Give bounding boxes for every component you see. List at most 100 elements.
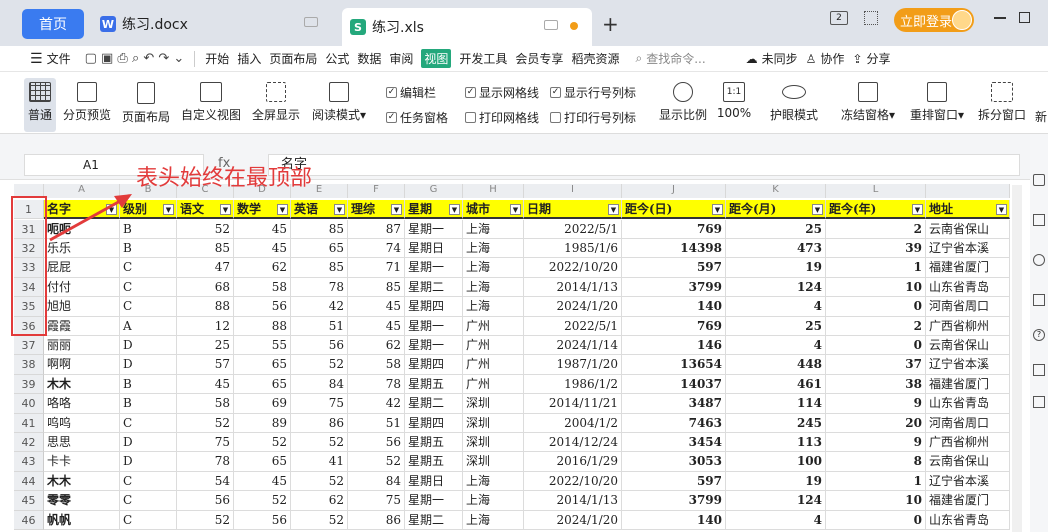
- table-cell[interactable]: 丽丽: [44, 336, 120, 356]
- table-cell[interactable]: 45: [348, 316, 405, 336]
- table-cell[interactable]: 深圳: [463, 452, 524, 472]
- print-header-checkbox[interactable]: 打印行号列标: [550, 109, 636, 126]
- table-cell[interactable]: 25: [177, 336, 234, 356]
- table-cell[interactable]: 2024/1/20: [524, 510, 622, 530]
- table-cell[interactable]: 52: [291, 355, 348, 375]
- row-number[interactable]: 46: [14, 510, 44, 530]
- table-cell[interactable]: 52: [177, 413, 234, 433]
- table-cell[interactable]: 78: [177, 452, 234, 472]
- table-cell[interactable]: 木木: [44, 374, 120, 395]
- header-cell[interactable]: 城市 ▼: [463, 200, 524, 220]
- table-cell[interactable]: 769: [622, 316, 726, 336]
- table-cell[interactable]: 星期一: [405, 336, 463, 356]
- zoom-100-button[interactable]: 1:1 100%: [716, 78, 752, 120]
- row-number[interactable]: 40: [14, 394, 44, 414]
- table-cell[interactable]: 1: [826, 471, 926, 492]
- table-cell[interactable]: 41: [291, 452, 348, 472]
- table-cell[interactable]: 0: [826, 510, 926, 530]
- table-cell[interactable]: 56: [234, 510, 291, 530]
- table-cell[interactable]: 广西省柳州: [926, 316, 1010, 336]
- table-cell[interactable]: 深圳: [463, 394, 524, 414]
- table-cell[interactable]: 1987/1/20: [524, 355, 622, 375]
- table-cell[interactable]: 39: [826, 239, 926, 259]
- table-cell[interactable]: 769: [622, 219, 726, 239]
- filter-dropdown-icon[interactable]: ▼: [912, 204, 923, 215]
- table-cell[interactable]: 85: [348, 277, 405, 298]
- vertical-scrollbar[interactable]: [1012, 185, 1022, 532]
- table-cell[interactable]: 69: [234, 394, 291, 414]
- table-cell[interactable]: 65: [234, 374, 291, 395]
- table-cell[interactable]: 58: [348, 355, 405, 375]
- table-cell[interactable]: 云南省保山: [926, 336, 1010, 356]
- table-cell[interactable]: 45: [177, 374, 234, 395]
- filter-dropdown-icon[interactable]: ▼: [449, 204, 460, 215]
- table-cell[interactable]: 广州: [463, 374, 524, 395]
- filter-dropdown-icon[interactable]: ▼: [391, 204, 402, 215]
- table-cell[interactable]: 付付: [44, 277, 120, 298]
- table-cell[interactable]: 25: [726, 316, 826, 336]
- table-cell[interactable]: 473: [726, 239, 826, 259]
- table-cell[interactable]: 54: [177, 471, 234, 492]
- table-cell[interactable]: D: [120, 433, 177, 453]
- table-cell[interactable]: 云南省保山: [926, 219, 1010, 239]
- maximize-icon[interactable]: [1019, 12, 1030, 23]
- show-grid-checkbox[interactable]: ✓ 显示网格线: [465, 84, 539, 101]
- table-cell[interactable]: 45: [234, 239, 291, 259]
- table-cell[interactable]: 星期日: [405, 239, 463, 259]
- share-button[interactable]: 分享: [867, 50, 891, 67]
- table-cell[interactable]: 云南省保山: [926, 452, 1010, 472]
- table-cell[interactable]: 星期一: [405, 258, 463, 278]
- table-cell[interactable]: 45: [234, 471, 291, 492]
- table-cell[interactable]: 58: [234, 277, 291, 298]
- table-cell[interactable]: 上海: [463, 491, 524, 511]
- column-header[interactable]: G: [405, 184, 463, 198]
- table-cell[interactable]: 100: [726, 452, 826, 472]
- table-cell[interactable]: 卡卡: [44, 452, 120, 472]
- table-cell[interactable]: 3053: [622, 452, 726, 472]
- table-cell[interactable]: 9: [826, 433, 926, 453]
- filter-dropdown-icon[interactable]: ▼: [812, 204, 823, 215]
- arrange-window-button[interactable]: 重排窗口▾: [906, 78, 968, 123]
- show-header-checkbox[interactable]: ✓ 显示行号列标: [550, 84, 636, 101]
- table-cell[interactable]: 1: [826, 258, 926, 278]
- row-number[interactable]: 37: [14, 336, 44, 356]
- table-cell[interactable]: 65: [234, 355, 291, 375]
- column-header[interactable]: K: [726, 184, 826, 198]
- style-icon[interactable]: [1033, 174, 1045, 186]
- table-cell[interactable]: 山东省青岛: [926, 394, 1010, 414]
- table-cell[interactable]: 2022/10/20: [524, 471, 622, 492]
- split-window-button[interactable]: 拆分窗口: [976, 78, 1028, 123]
- table-cell[interactable]: C: [120, 297, 177, 317]
- table-cell[interactable]: 咯咯: [44, 394, 120, 414]
- table-cell[interactable]: 55: [234, 336, 291, 356]
- table-cell[interactable]: 14398: [622, 239, 726, 259]
- table-cell[interactable]: 75: [348, 491, 405, 511]
- table-cell[interactable]: 1985/1/6: [524, 239, 622, 259]
- table-cell[interactable]: 78: [348, 374, 405, 395]
- table-cell[interactable]: 86: [291, 413, 348, 433]
- table-cell[interactable]: 85: [291, 258, 348, 278]
- backup-icon[interactable]: [1033, 396, 1045, 408]
- custom-view-button[interactable]: 自定义视图: [180, 78, 242, 123]
- table-cell[interactable]: 84: [291, 374, 348, 395]
- table-cell[interactable]: 14037: [622, 374, 726, 395]
- column-header[interactable]: F: [348, 184, 405, 198]
- table-cell[interactable]: 10: [826, 491, 926, 511]
- table-cell[interactable]: 霞霞: [44, 316, 120, 336]
- table-cell[interactable]: 0: [826, 297, 926, 317]
- menu-page-layout[interactable]: 页面布局: [269, 50, 317, 67]
- table-cell[interactable]: 2014/1/13: [524, 277, 622, 298]
- table-cell[interactable]: 星期二: [405, 510, 463, 530]
- table-cell[interactable]: 74: [348, 239, 405, 259]
- table-cell[interactable]: 啊啊: [44, 355, 120, 375]
- table-cell[interactable]: 52: [348, 452, 405, 472]
- table-cell[interactable]: 19: [726, 258, 826, 278]
- table-cell[interactable]: 71: [348, 258, 405, 278]
- header-cell[interactable]: 距今(年) ▼: [826, 200, 926, 220]
- table-cell[interactable]: 86: [348, 510, 405, 530]
- row-number[interactable]: 38: [14, 355, 44, 375]
- image-icon[interactable]: [1033, 364, 1045, 376]
- table-cell[interactable]: 85: [177, 239, 234, 259]
- sync-status[interactable]: 未同步: [762, 50, 798, 67]
- column-header[interactable]: [926, 184, 1010, 198]
